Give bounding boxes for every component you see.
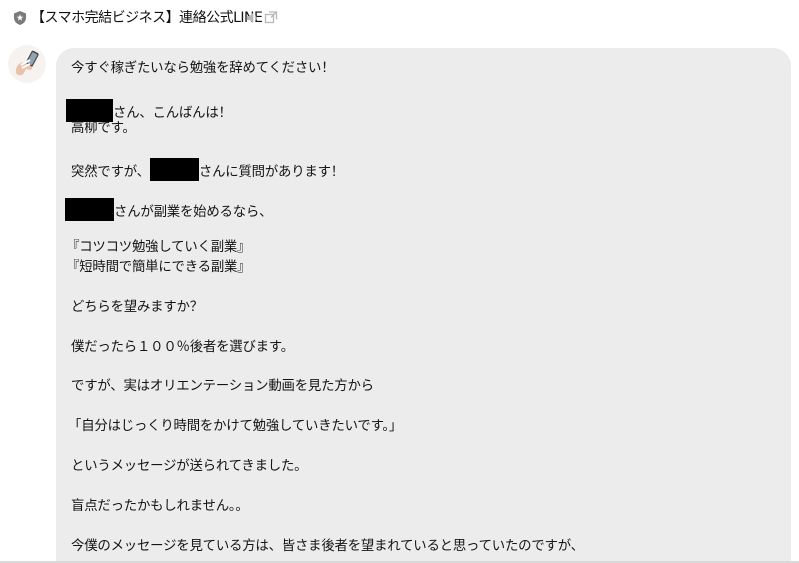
redacted-name <box>65 198 114 221</box>
message-line: 突然ですが、 さんに質問があります！ <box>71 158 344 183</box>
hand-holding-phone-icon <box>8 45 46 83</box>
message-line: 僕だったら１００％後者を選びます。 <box>71 340 294 355</box>
message-line: どちらを望みますか？ <box>71 300 203 315</box>
message-line: さんが副業を始めるなら、 <box>65 198 272 223</box>
message-line: 『コツコツ勉強していく副業』 <box>66 240 251 255</box>
sender-avatar[interactable] <box>8 45 46 83</box>
message-line: 「自分はじっくり時間をかけて勉強していきたいです。」 <box>68 419 403 434</box>
message-line: 盲点だったかもしれません。。 <box>71 499 249 514</box>
shield-icon <box>14 11 26 25</box>
share-icon[interactable] <box>264 10 278 24</box>
speaker-mute-icon[interactable] <box>245 11 259 25</box>
message-line: ですが、実はオリエンテーション動画を見た方から <box>71 379 374 394</box>
message-line: というメッセージが送られてきました。 <box>71 459 308 474</box>
chat-title: 【スマホ完結ビジネス】連絡公式LINE <box>31 10 263 26</box>
message-line: 今すぐ稼ぎたいなら勉強を辞めてください！ <box>71 61 335 76</box>
message-line: 高柳です。 <box>71 121 136 136</box>
chat-header: 【スマホ完結ビジネス】連絡公式LINE <box>0 0 799 36</box>
message-line: 『短時間で簡単にできる副業』 <box>66 260 251 275</box>
redacted-name <box>149 158 199 181</box>
message-line: 今僕のメッセージを見ている方は、皆さま後者を望まれていると思っていたのですが、 <box>71 539 584 554</box>
chat-window: 【スマホ完結ビジネス】連絡公式LINE 今すぐ稼ぎたいなら勉強を辞めてください！… <box>0 0 799 563</box>
